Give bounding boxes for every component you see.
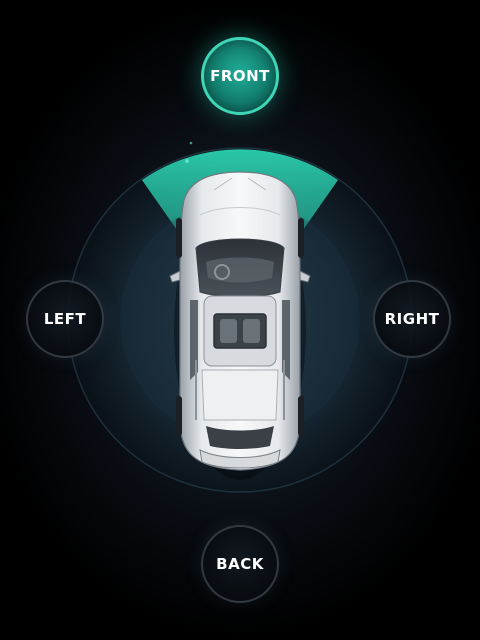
sunroof-seat-left bbox=[220, 319, 237, 343]
front-camera-label: FRONT bbox=[210, 67, 270, 85]
front-right-wheel bbox=[298, 218, 304, 258]
left-camera-button[interactable]: LEFT bbox=[26, 280, 104, 358]
sparkle bbox=[185, 159, 189, 163]
sunroof-seat-right bbox=[243, 319, 260, 343]
sparkle bbox=[189, 141, 193, 145]
rear-left-wheel bbox=[176, 396, 182, 436]
back-camera-label: BACK bbox=[216, 555, 264, 573]
front-camera-button[interactable]: FRONT bbox=[201, 37, 279, 115]
left-camera-label: LEFT bbox=[43, 310, 87, 328]
right-camera-button[interactable]: RIGHT bbox=[373, 280, 451, 358]
rear-right-wheel bbox=[298, 396, 304, 436]
right-camera-label: RIGHT bbox=[384, 310, 440, 328]
surround-view-screen: FRONT LEFT RIGHT BACK bbox=[0, 0, 480, 640]
back-camera-button[interactable]: BACK bbox=[201, 525, 279, 603]
front-left-wheel bbox=[176, 218, 182, 258]
rear-roof bbox=[201, 369, 279, 421]
